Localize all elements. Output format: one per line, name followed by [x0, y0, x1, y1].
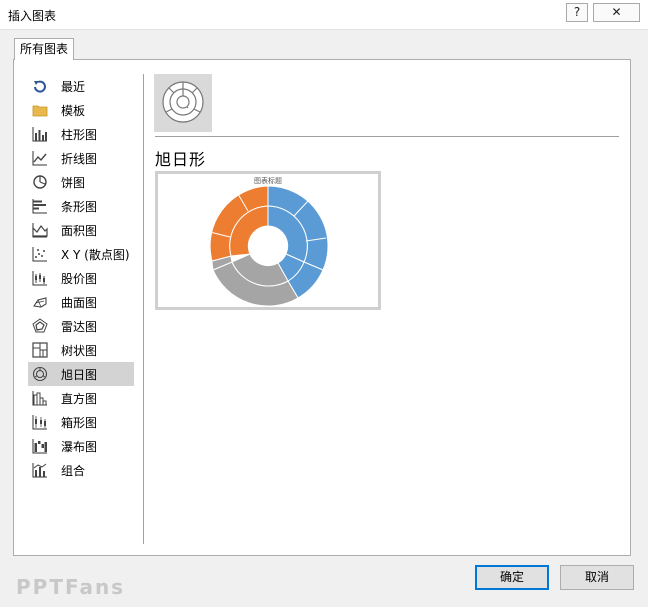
- category-treemap[interactable]: 树状图: [28, 338, 134, 362]
- sunburst-preview-graphic: [209, 185, 329, 307]
- chart-preview[interactable]: 图表标题: [155, 171, 381, 310]
- recent-icon: [32, 78, 48, 94]
- bar-chart-icon: [32, 198, 48, 214]
- stock-chart-icon: [32, 270, 48, 286]
- category-area[interactable]: 面积图: [28, 218, 134, 242]
- help-button[interactable]: ?: [566, 3, 588, 22]
- category-label: 柱形图: [61, 127, 98, 142]
- category-stock[interactable]: 股价图: [28, 266, 134, 290]
- category-label: X Y (散点图): [61, 247, 130, 262]
- category-box[interactable]: 箱形图: [28, 410, 134, 434]
- category-label: 条形图: [61, 199, 98, 214]
- category-label: 股价图: [61, 271, 98, 286]
- category-label: 旭日图: [61, 367, 98, 382]
- chart-subtype-sunburst[interactable]: [154, 74, 212, 132]
- combo-chart-icon: [32, 462, 48, 478]
- scatter-chart-icon: [32, 246, 48, 262]
- category-pie[interactable]: 饼图: [28, 170, 134, 194]
- chart-type-title: 旭日形: [155, 150, 207, 169]
- pie-chart-icon: [32, 174, 48, 190]
- treemap-chart-icon: [32, 342, 48, 358]
- category-label: 饼图: [61, 175, 86, 190]
- category-radar[interactable]: 雷达图: [28, 314, 134, 338]
- vertical-divider: [143, 74, 144, 544]
- radar-chart-icon: [32, 318, 48, 334]
- category-histogram[interactable]: 直方图: [28, 386, 134, 410]
- category-surface[interactable]: 曲面图: [28, 290, 134, 314]
- waterfall-chart-icon: [32, 438, 48, 454]
- category-templates[interactable]: 模板: [28, 98, 134, 122]
- category-label: 直方图: [61, 391, 98, 406]
- category-list: 最近 模板 柱形图 折线图 饼图 条形图 面积图 X Y (散点图) 股价图 曲…: [28, 74, 134, 482]
- category-label: 箱形图: [61, 415, 98, 430]
- close-button[interactable]: ✕: [593, 3, 640, 22]
- category-label: 模板: [61, 103, 86, 118]
- category-label: 面积图: [61, 223, 98, 238]
- column-chart-icon: [32, 126, 48, 142]
- sunburst-thumbnail-icon: [161, 80, 205, 127]
- category-label: 曲面图: [61, 295, 98, 310]
- category-label: 树状图: [61, 343, 98, 358]
- category-label: 组合: [61, 463, 86, 478]
- category-waterfall[interactable]: 瀑布图: [28, 434, 134, 458]
- title-bar: 插入图表 ? ✕: [0, 0, 648, 30]
- category-label: 瀑布图: [61, 439, 98, 454]
- area-chart-icon: [32, 222, 48, 238]
- window-title: 插入图表: [8, 9, 57, 23]
- category-combo[interactable]: 组合: [28, 458, 134, 482]
- horizontal-divider: [155, 136, 619, 137]
- category-label: 最近: [61, 79, 86, 94]
- histogram-chart-icon: [32, 390, 48, 406]
- category-label: 雷达图: [61, 319, 98, 334]
- category-bar[interactable]: 条形图: [28, 194, 134, 218]
- folder-icon: [32, 102, 48, 118]
- chart-panel: 最近 模板 柱形图 折线图 饼图 条形图 面积图 X Y (散点图) 股价图 曲…: [13, 59, 631, 556]
- category-sunburst[interactable]: 旭日图: [28, 362, 134, 386]
- category-scatter[interactable]: X Y (散点图): [28, 242, 134, 266]
- category-label: 折线图: [61, 151, 98, 166]
- cancel-button[interactable]: 取消: [560, 565, 634, 590]
- line-chart-icon: [32, 150, 48, 166]
- category-line[interactable]: 折线图: [28, 146, 134, 170]
- category-column[interactable]: 柱形图: [28, 122, 134, 146]
- watermark: PPTFans: [16, 575, 126, 599]
- category-recent[interactable]: 最近: [28, 74, 134, 98]
- surface-chart-icon: [32, 294, 48, 310]
- box-chart-icon: [32, 414, 48, 430]
- sunburst-chart-icon: [32, 366, 48, 382]
- ok-button[interactable]: 确定: [475, 565, 549, 590]
- tab-all-charts[interactable]: 所有图表: [14, 38, 75, 60]
